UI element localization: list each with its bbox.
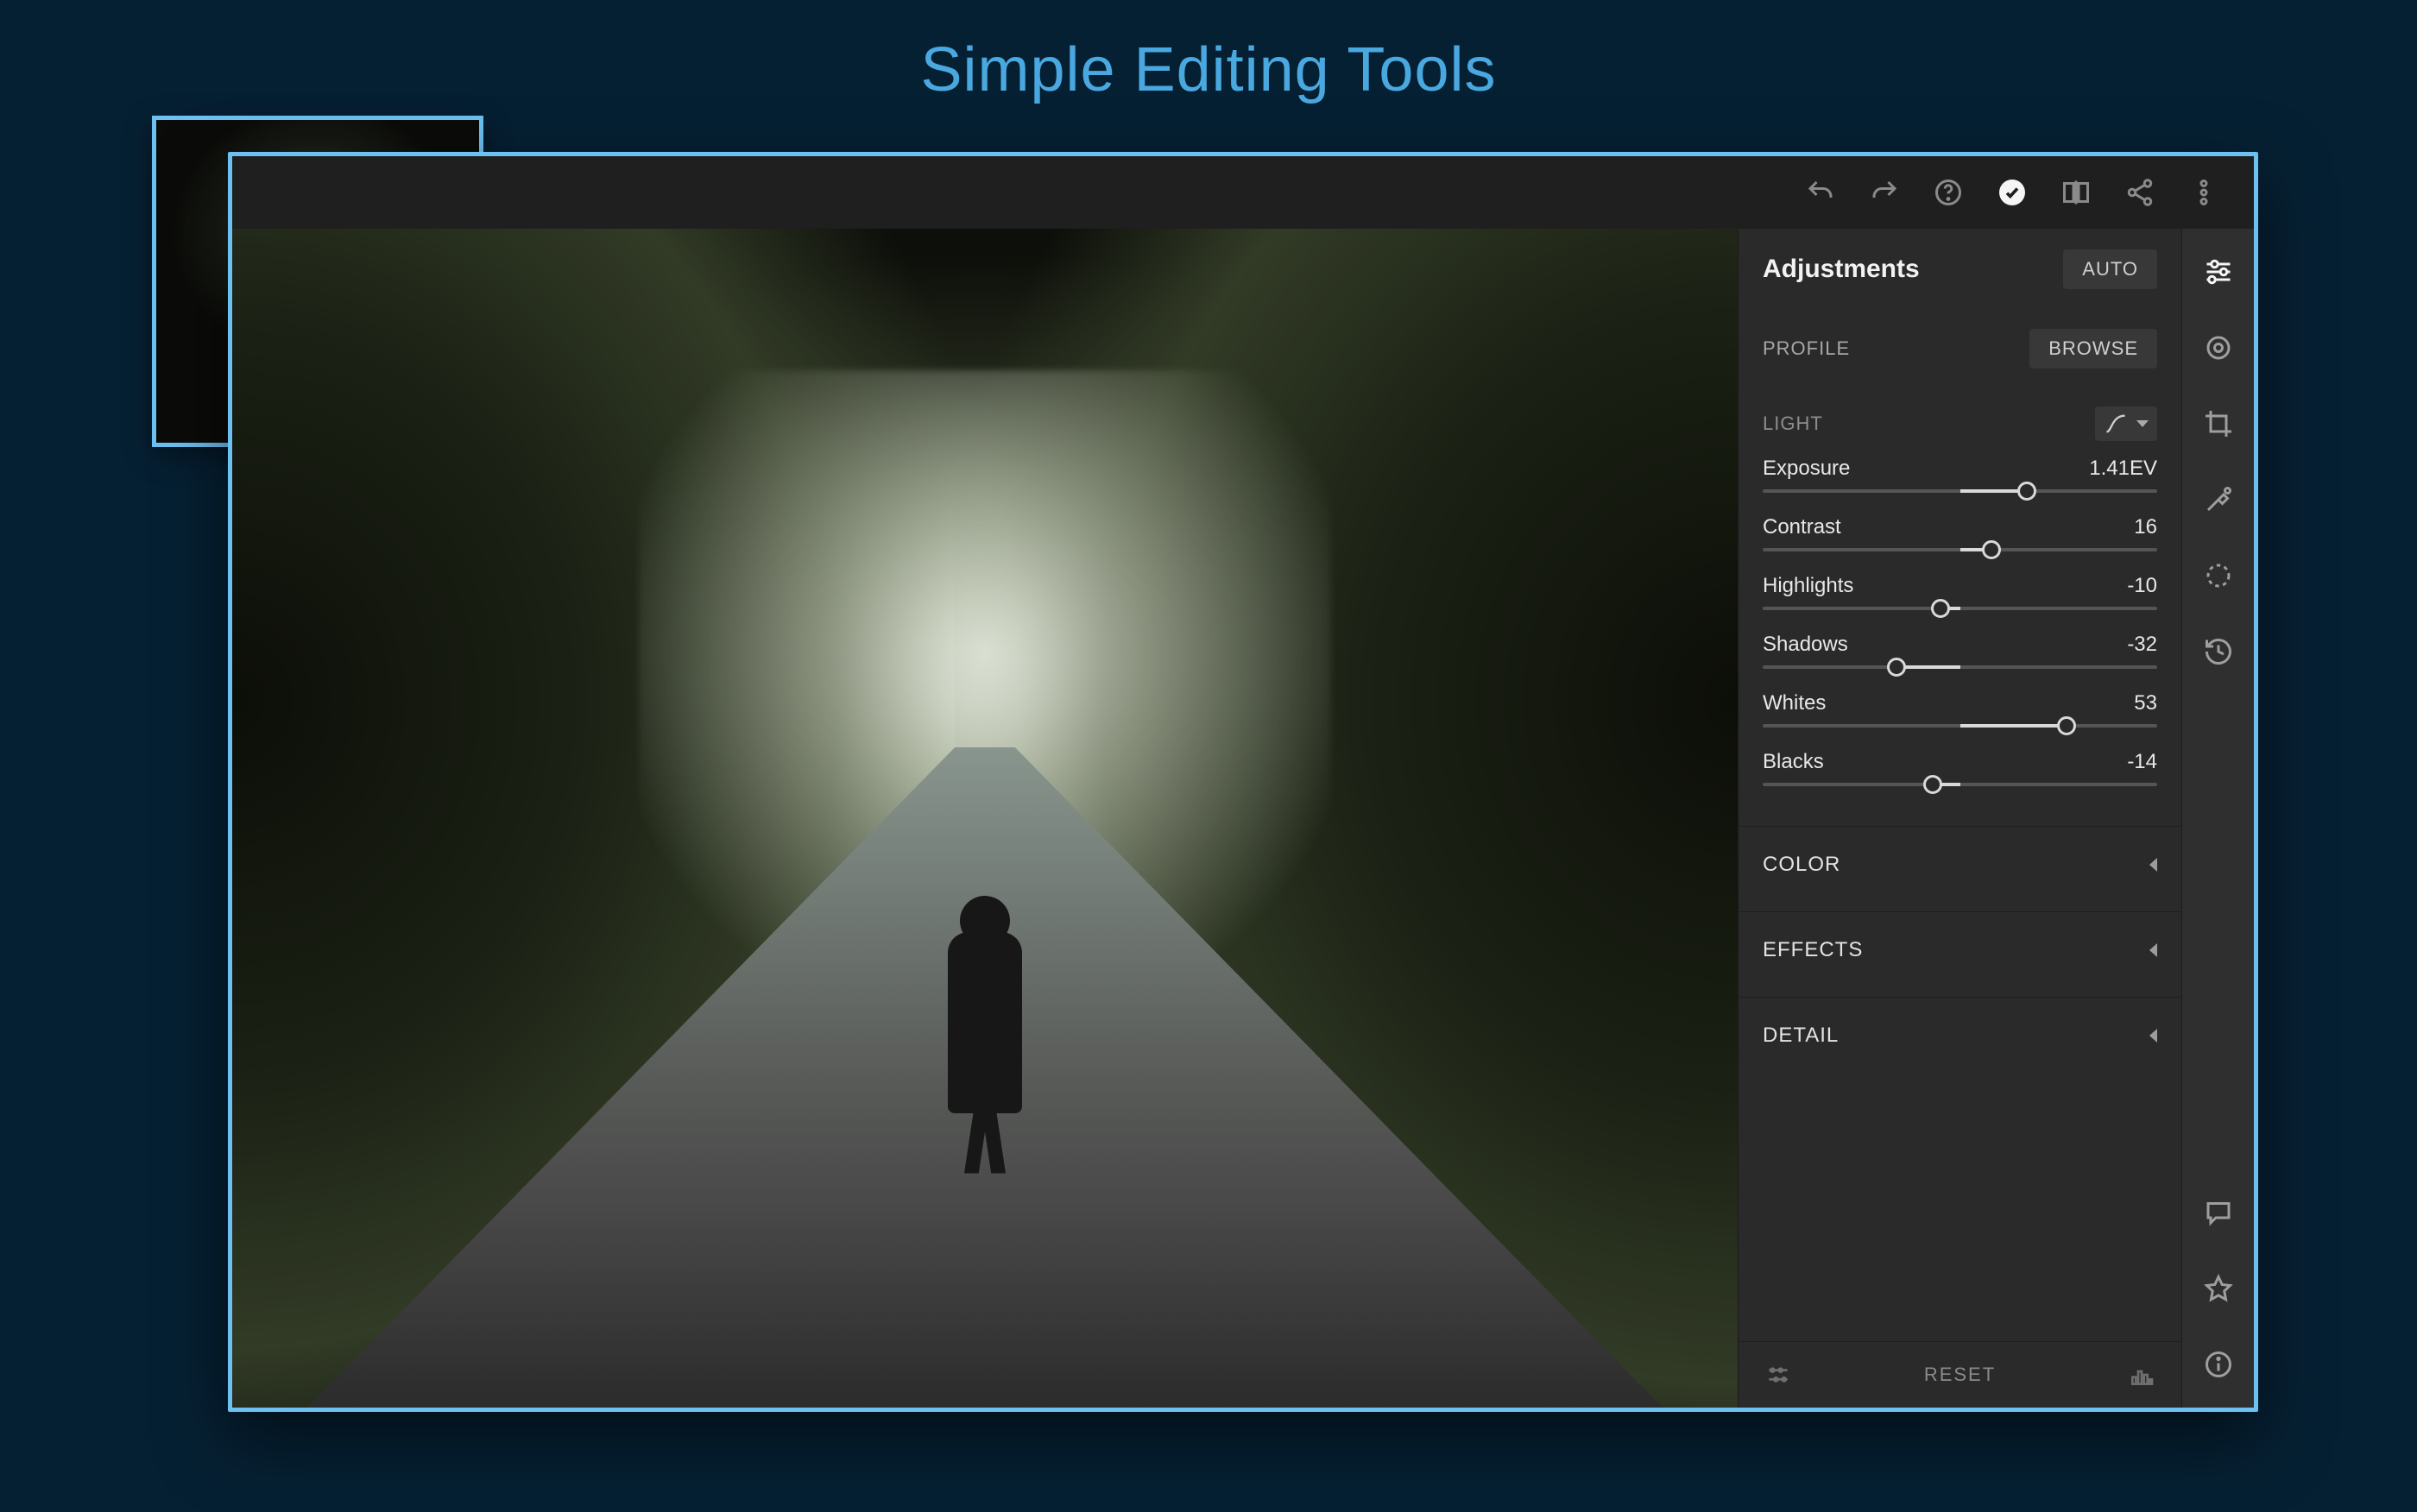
- radial-tool[interactable]: [2199, 557, 2237, 595]
- undo-button[interactable]: [1802, 173, 1840, 211]
- slider-value: -14: [2127, 750, 2157, 774]
- slider-name: Exposure: [1763, 457, 1850, 481]
- chevron-left-icon: [2149, 1029, 2157, 1043]
- canvas-person: [948, 932, 1022, 1113]
- photo-canvas[interactable]: [232, 229, 1738, 1408]
- tone-curve-button[interactable]: [2095, 406, 2157, 441]
- slider-name: Blacks: [1763, 750, 1824, 774]
- auto-button[interactable]: AUTO: [2063, 249, 2157, 289]
- panel-footer: RESET: [1739, 1341, 2181, 1408]
- slider-value: -10: [2127, 574, 2157, 598]
- previous-settings-button[interactable]: [1763, 1359, 1794, 1390]
- slider-name: Highlights: [1763, 574, 1853, 598]
- slider-name: Whites: [1763, 691, 1826, 715]
- panel-title: Adjustments: [1763, 255, 1920, 284]
- reset-button[interactable]: RESET: [1924, 1364, 1996, 1386]
- history-tool[interactable]: [2199, 633, 2237, 671]
- slider-track[interactable]: [1763, 607, 2157, 610]
- section-label: EFFECTS: [1763, 938, 1863, 962]
- slider-name: Contrast: [1763, 515, 1841, 539]
- slider-whites[interactable]: Whites 53: [1739, 683, 2181, 741]
- profile-label: PROFILE: [1763, 337, 1850, 360]
- help-button[interactable]: [1929, 173, 1967, 211]
- adjustments-panel: Adjustments AUTO PROFILE BROWSE LIGHT Ex…: [1738, 229, 2181, 1408]
- profile-row: PROFILE BROWSE: [1739, 310, 2181, 387]
- slider-thumb[interactable]: [2017, 482, 2036, 501]
- redo-button[interactable]: [1865, 173, 1903, 211]
- star-icon: [2203, 1273, 2234, 1304]
- slider-track[interactable]: [1763, 489, 2157, 493]
- slider-exposure[interactable]: Exposure 1.41EV: [1739, 448, 2181, 507]
- chevron-left-icon: [2149, 943, 2157, 957]
- slider-track[interactable]: [1763, 783, 2157, 786]
- top-toolbar: [232, 156, 2254, 229]
- favorite-tool[interactable]: [2199, 1269, 2237, 1307]
- slider-value: -32: [2127, 633, 2157, 657]
- chevron-down-icon: [2136, 420, 2149, 427]
- slider-track[interactable]: [1763, 665, 2157, 669]
- app-window: Adjustments AUTO PROFILE BROWSE LIGHT Ex…: [228, 152, 2258, 1412]
- apply-button[interactable]: [1993, 173, 2031, 211]
- slider-value: 1.41EV: [2089, 457, 2157, 481]
- comment-icon: [2203, 1197, 2234, 1228]
- healing-icon: [2203, 332, 2234, 363]
- slider-track[interactable]: [1763, 724, 2157, 728]
- curve-icon: [2104, 412, 2128, 436]
- slider-track[interactable]: [1763, 548, 2157, 551]
- section-detail[interactable]: DETAIL: [1739, 997, 2181, 1074]
- work-area: Adjustments AUTO PROFILE BROWSE LIGHT Ex…: [232, 229, 2254, 1408]
- browse-button[interactable]: BROWSE: [2029, 329, 2157, 369]
- crop-icon: [2203, 408, 2234, 439]
- sliders-icon: [2203, 256, 2234, 287]
- section-color[interactable]: COLOR: [1739, 826, 2181, 903]
- slider-thumb[interactable]: [1931, 599, 1950, 618]
- history-icon: [2203, 636, 2234, 667]
- sections-container: COLOR EFFECTS DETAIL: [1739, 800, 2181, 1074]
- slider-thumb[interactable]: [1923, 775, 1942, 794]
- slider-blacks[interactable]: Blacks -14: [1739, 741, 2181, 800]
- more-button[interactable]: [2185, 173, 2223, 211]
- slider-contrast[interactable]: Contrast 16: [1739, 507, 2181, 565]
- radial-icon: [2203, 560, 2234, 591]
- slider-name: Shadows: [1763, 633, 1848, 657]
- comment-tool[interactable]: [2199, 1194, 2237, 1232]
- info-tool[interactable]: [2199, 1345, 2237, 1383]
- slider-highlights[interactable]: Highlights -10: [1739, 565, 2181, 624]
- light-section-header: LIGHT: [1739, 387, 2181, 448]
- slider-thumb[interactable]: [1887, 658, 1906, 677]
- histogram-button[interactable]: [2126, 1359, 2157, 1390]
- crop-tool[interactable]: [2199, 405, 2237, 443]
- panel-header: Adjustments AUTO: [1739, 229, 2181, 310]
- adjust-tool[interactable]: [2199, 253, 2237, 291]
- sliders-container: Exposure 1.41EV Contrast 16 Highlights -10 Sha…: [1739, 448, 2181, 800]
- section-effects[interactable]: EFFECTS: [1739, 911, 2181, 988]
- slider-value: 53: [2134, 691, 2157, 715]
- section-label: COLOR: [1763, 853, 1840, 877]
- section-label: DETAIL: [1763, 1024, 1839, 1048]
- share-button[interactable]: [2121, 173, 2159, 211]
- info-icon: [2203, 1349, 2234, 1380]
- slider-shadows[interactable]: Shadows -32: [1739, 624, 2181, 683]
- healing-tool[interactable]: [2199, 329, 2237, 367]
- chevron-left-icon: [2149, 858, 2157, 872]
- slider-thumb[interactable]: [1982, 540, 2001, 559]
- compare-button[interactable]: [2057, 173, 2095, 211]
- eyedropper-tool[interactable]: [2199, 481, 2237, 519]
- slider-value: 16: [2134, 515, 2157, 539]
- eyedropper-icon: [2203, 484, 2234, 515]
- tool-rail: [2181, 229, 2254, 1408]
- slider-thumb[interactable]: [2057, 716, 2076, 735]
- light-label: LIGHT: [1763, 413, 1823, 435]
